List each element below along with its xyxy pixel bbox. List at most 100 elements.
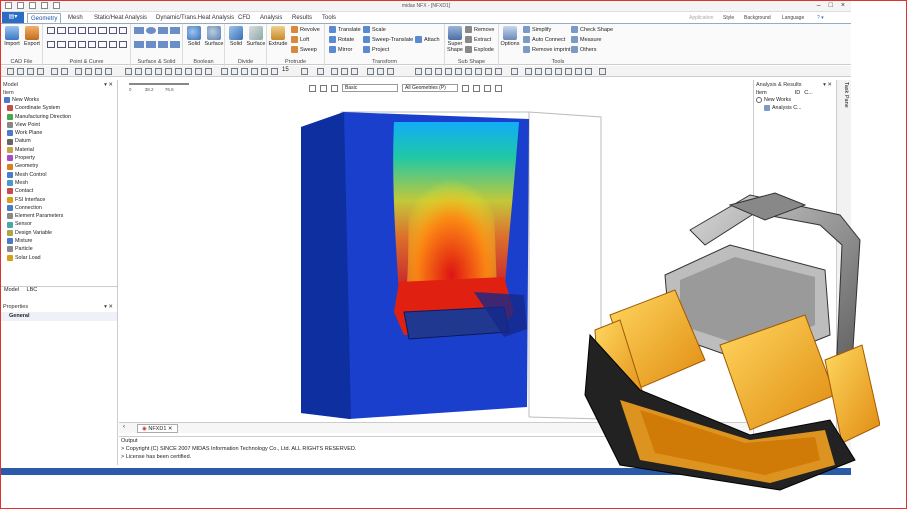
close-icon[interactable]: × <box>841 2 845 9</box>
tree-item[interactable]: Material <box>4 146 117 154</box>
view-iso2-icon[interactable] <box>195 68 202 75</box>
filter-icon[interactable] <box>27 68 34 75</box>
tree-item[interactable]: Particle <box>4 245 117 253</box>
shade-icon[interactable] <box>331 68 338 75</box>
tree-item[interactable]: Design Variable <box>4 229 117 237</box>
tree-item[interactable]: Manufacturing Direction <box>4 113 117 121</box>
help-icon[interactable]: ? ▾ <box>817 13 824 23</box>
sphere-icon[interactable] <box>146 27 156 34</box>
tree-item[interactable]: Connection <box>4 204 117 212</box>
trim-icon[interactable] <box>47 41 56 48</box>
tab-model[interactable]: Model <box>1 287 22 293</box>
arc-icon[interactable] <box>67 27 76 34</box>
view-iso3-icon[interactable] <box>205 68 212 75</box>
background-menu[interactable]: Background <box>744 13 771 23</box>
zoom-fit-icon[interactable] <box>85 68 92 75</box>
rotate-view-icon[interactable] <box>105 68 112 75</box>
view-back-icon[interactable] <box>135 68 142 75</box>
view-left-icon[interactable] <box>145 68 152 75</box>
rotate-cw-icon[interactable] <box>271 68 278 75</box>
cone-icon[interactable] <box>170 27 180 34</box>
tree-item[interactable]: Contact <box>4 187 117 195</box>
wedge-icon[interactable] <box>146 41 156 48</box>
legend-icon[interactable] <box>485 68 492 75</box>
measure-button[interactable]: Measure <box>571 36 601 43</box>
tree-item[interactable]: Geometry <box>4 162 117 170</box>
sweep-translate-button[interactable]: Sweep-Translate <box>363 36 413 43</box>
rotate-button[interactable]: Rotate <box>329 36 354 43</box>
view-right-icon[interactable] <box>155 68 162 75</box>
chart-icon[interactable] <box>435 68 442 75</box>
light-icon[interactable] <box>555 68 562 75</box>
arrow-up-icon[interactable] <box>241 68 248 75</box>
tab-analysis[interactable]: Analysis <box>257 13 285 23</box>
super-shape-button[interactable]: Super Shape <box>446 26 464 53</box>
colormap-icon[interactable] <box>320 84 327 92</box>
tree-item[interactable]: New Works <box>4 96 117 104</box>
check-shape-button[interactable]: Check Shape <box>571 26 613 33</box>
tree-item[interactable]: Mesh Control <box>4 171 117 179</box>
clip-icon[interactable] <box>455 68 462 75</box>
torus-icon[interactable] <box>134 41 144 48</box>
probe-icon[interactable] <box>465 68 472 75</box>
intersect-icon[interactable] <box>98 41 107 48</box>
divide-surface-button[interactable]: Surface <box>246 26 266 47</box>
document-tab-nfxd1[interactable]: ◉ NFXD1 ✕ <box>137 424 178 433</box>
export-button[interactable]: Export <box>22 26 42 47</box>
tab-results[interactable]: Results <box>289 13 315 23</box>
arrow-left-icon[interactable] <box>221 68 228 75</box>
render-icon[interactable] <box>301 68 308 75</box>
hide-icon[interactable] <box>367 68 374 75</box>
box-icon[interactable] <box>134 27 144 34</box>
section-icon[interactable] <box>445 68 452 75</box>
tree-item[interactable]: Mixture <box>4 237 117 245</box>
list-icon[interactable] <box>425 68 432 75</box>
record-icon[interactable] <box>535 68 542 75</box>
fillet-icon[interactable] <box>67 41 76 48</box>
tab-cfd[interactable]: CFD <box>235 13 253 23</box>
paint-icon[interactable] <box>331 84 338 92</box>
workplane-icon[interactable] <box>61 68 68 75</box>
color-icon[interactable] <box>545 68 552 75</box>
tab-scroll-left-icon[interactable]: ‹ <box>123 424 125 430</box>
snap-icon[interactable] <box>37 68 44 75</box>
view-bottom-icon[interactable] <box>175 68 182 75</box>
settings-icon[interactable] <box>599 68 606 75</box>
prism-icon[interactable] <box>158 41 168 48</box>
edge-icon[interactable] <box>351 68 358 75</box>
line-icon[interactable] <box>57 27 66 34</box>
extract-button[interactable]: Extract <box>465 36 491 43</box>
scale-button[interactable]: Scale <box>363 26 386 33</box>
minimize-icon[interactable]: – <box>817 2 821 9</box>
polygon-icon[interactable] <box>118 27 127 34</box>
display-options-icon[interactable] <box>309 84 316 92</box>
table-icon[interactable] <box>415 68 422 75</box>
tree-item[interactable]: Coordinate System <box>4 104 117 112</box>
tree-item[interactable]: Property <box>4 154 117 162</box>
lasso-icon[interactable] <box>495 84 502 92</box>
explode-button[interactable]: Explode <box>465 46 494 53</box>
tree-item[interactable]: Sensor <box>4 220 117 228</box>
capture-icon[interactable] <box>525 68 532 75</box>
polyline-icon[interactable] <box>98 27 107 34</box>
show-icon[interactable] <box>377 68 384 75</box>
background-icon[interactable] <box>575 68 582 75</box>
perspective-icon[interactable] <box>565 68 572 75</box>
properties-pin-close-icon[interactable]: ▾ ✕ <box>104 302 113 312</box>
tree-item[interactable]: Work Plane <box>4 129 117 137</box>
view-top-icon[interactable] <box>165 68 172 75</box>
pan-icon[interactable] <box>95 68 102 75</box>
boolean-solid-button[interactable]: Solid <box>184 26 204 47</box>
extend-icon[interactable] <box>57 41 66 48</box>
analysis-pin-close-icon[interactable]: ▾ ✕ <box>823 80 832 90</box>
fullscreen-icon[interactable] <box>585 68 592 75</box>
app-menu-button[interactable]: ▤▾ <box>2 12 24 23</box>
boolean-surface-button[interactable]: Surface <box>204 26 224 47</box>
plane-icon[interactable] <box>170 41 180 48</box>
tab-tools[interactable]: Tools <box>319 13 339 23</box>
tab-dynamic-trans[interactable]: Dynamic/Trans.Heat Analysis <box>153 13 237 23</box>
options-button[interactable]: Options <box>500 26 520 47</box>
tree-item[interactable]: FSI Interface <box>4 196 117 204</box>
axis-icon[interactable] <box>495 68 502 75</box>
tree-item[interactable]: Element Parameters <box>4 212 117 220</box>
